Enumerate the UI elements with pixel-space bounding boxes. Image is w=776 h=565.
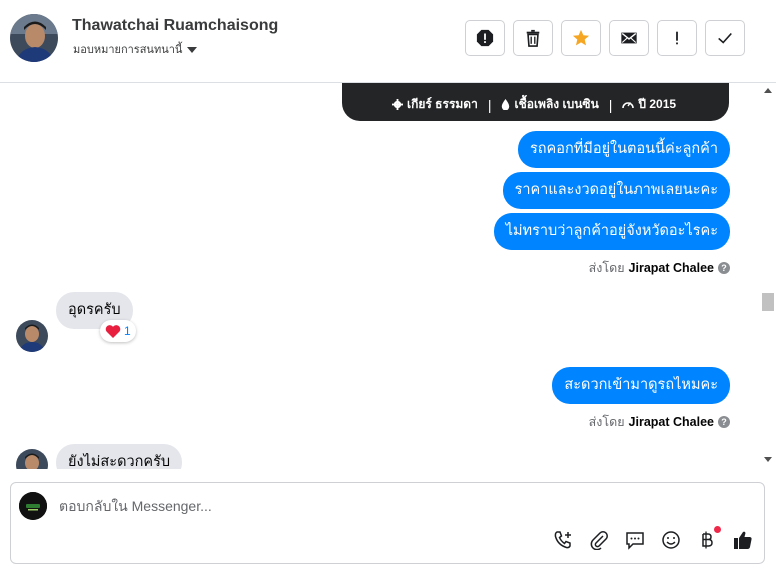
page-avatar	[19, 492, 47, 520]
emoji-button[interactable]	[660, 529, 682, 551]
scroll-down-arrow-icon[interactable]	[764, 457, 772, 462]
notification-dot	[714, 526, 721, 533]
assign-conversation-dropdown[interactable]: มอบหมายการสนทนานี้	[73, 40, 198, 58]
car-listing-card[interactable]: เกียร์ ธรรมดา | เชื้อเพลิง เบนซิน | ปี 2…	[342, 83, 729, 121]
attach-button[interactable]	[588, 529, 610, 551]
phone-plus-icon	[554, 531, 571, 549]
thumbs-up-icon	[734, 531, 752, 549]
star-icon	[572, 29, 590, 46]
gear-icon	[392, 99, 403, 110]
conversation-header: Thawatchai Ruamchaisong มอบหมายการสนทนาน…	[0, 0, 776, 83]
envelope-icon	[621, 32, 637, 44]
reply-composer	[10, 482, 765, 564]
saved-replies-button[interactable]	[624, 529, 646, 551]
contact-avatar-small[interactable]	[16, 449, 48, 469]
message-thread[interactable]: เกียร์ ธรรมดา | เชื้อเพลิง เบนซิน | ปี 2…	[0, 83, 776, 469]
sender-name: Jirapat Chalee	[628, 415, 714, 429]
reply-input[interactable]	[59, 495, 659, 517]
gear-spec: เกียร์ ธรรมดา	[392, 95, 478, 114]
composer-tools	[552, 526, 754, 551]
mark-spam-button[interactable]	[465, 20, 505, 56]
incoming-message[interactable]: ยังไม่สะดวกครับ	[56, 444, 183, 469]
year-label: ปี 2015	[638, 97, 677, 111]
done-button[interactable]	[705, 20, 745, 56]
help-icon[interactable]: ?	[718, 262, 730, 274]
paperclip-icon	[590, 531, 608, 550]
delete-button[interactable]	[513, 20, 553, 56]
sent-by-label: ส่งโดย Jirapat Chalee ?	[589, 258, 730, 278]
outgoing-message[interactable]: ไม่ทราบว่าลูกค้าอยู่จังหวัดอะไรคะ	[493, 213, 730, 250]
thread-scrollbar[interactable]	[760, 83, 776, 469]
contact-avatar-small[interactable]	[16, 320, 48, 352]
payment-button[interactable]	[696, 526, 721, 551]
scrollbar-thumb[interactable]	[762, 293, 774, 311]
fuel-drop-icon	[502, 99, 510, 110]
contact-name[interactable]: Thawatchai Ruamchaisong	[72, 17, 278, 35]
check-icon	[718, 32, 732, 44]
car-specs: เกียร์ ธรรมดา | เชื้อเพลิง เบนซิน | ปี 2…	[392, 95, 676, 114]
outgoing-message[interactable]: รถคอกที่มีอยู่ในตอนนี้ค่ะลูกค้า	[517, 131, 730, 168]
outgoing-message[interactable]: สะดวกเข้ามาดูรถไหมคะ	[552, 367, 730, 404]
chat-bubble-icon	[626, 532, 644, 550]
alert-octagon-icon	[476, 29, 494, 47]
help-icon[interactable]: ?	[718, 416, 730, 428]
heart-icon	[105, 324, 121, 338]
sent-by-label: ส่งโดย Jirapat Chalee ?	[589, 412, 730, 432]
separator: |	[487, 96, 492, 113]
star-button[interactable]	[561, 20, 601, 56]
important-button[interactable]	[657, 20, 697, 56]
fuel-label: เชื้อเพลิง เบนซิน	[514, 97, 599, 111]
sent-by-prefix: ส่งโดย	[588, 261, 625, 275]
smiley-icon	[662, 531, 680, 549]
baht-icon	[702, 531, 713, 549]
exclamation-icon	[676, 31, 678, 45]
contact-avatar[interactable]	[10, 14, 58, 62]
fuel-spec: เชื้อเพลิง เบนซิน	[501, 95, 599, 114]
trash-icon	[526, 29, 540, 47]
gear-label: เกียร์ ธรรมดา	[407, 97, 478, 111]
like-button[interactable]	[732, 529, 754, 551]
assign-label: มอบหมายการสนทนานี้	[73, 44, 183, 56]
call-button[interactable]	[552, 529, 574, 551]
year-spec: ปี 2015	[622, 95, 676, 114]
conversation-actions	[465, 20, 745, 56]
reaction-count: 1	[124, 324, 131, 338]
outgoing-message[interactable]: ราคาและงวดอยู่ในภาพเลยนะคะ	[502, 172, 730, 209]
sent-by-prefix: ส่งโดย	[588, 415, 625, 429]
mark-unread-button[interactable]	[609, 20, 649, 56]
speedometer-icon	[622, 102, 635, 109]
scroll-up-arrow-icon[interactable]	[764, 88, 772, 93]
separator: |	[608, 96, 613, 113]
reaction-badge[interactable]: 1	[100, 320, 136, 342]
sender-name: Jirapat Chalee	[628, 261, 714, 275]
chevron-down-icon	[187, 46, 198, 53]
